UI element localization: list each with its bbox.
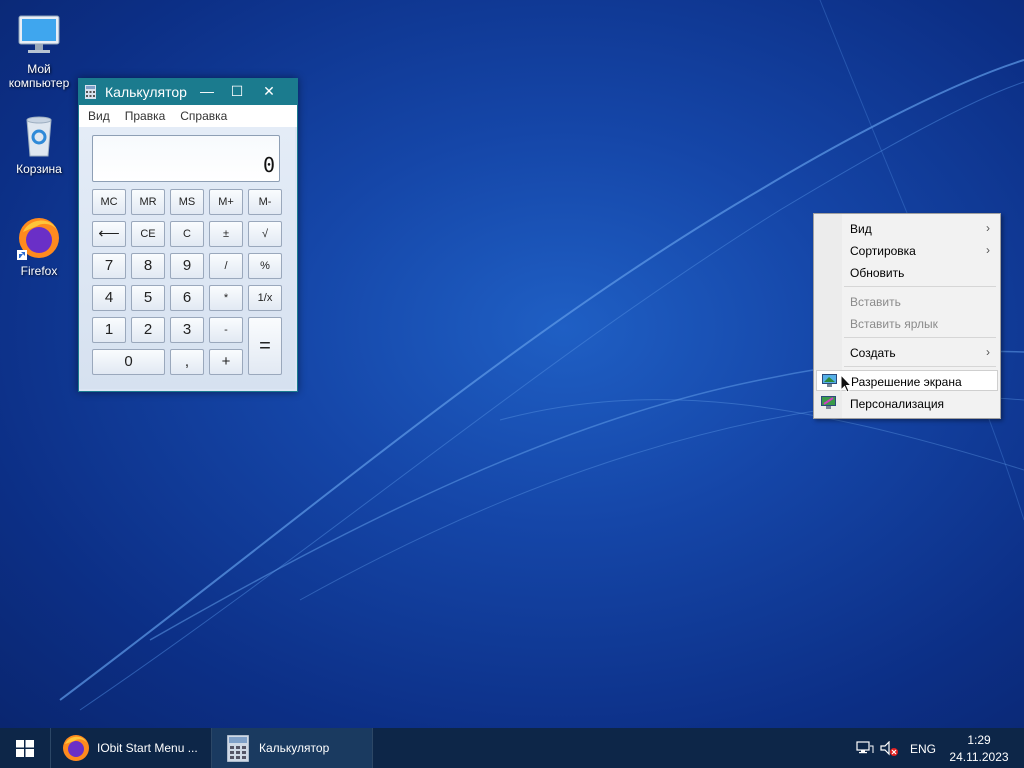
ms-button[interactable]: MS xyxy=(170,189,204,215)
digit-8-button[interactable]: 8 xyxy=(131,253,165,279)
c-button[interactable]: C xyxy=(170,221,204,247)
firefox-icon xyxy=(15,214,63,262)
menu-item-view[interactable]: Вид › xyxy=(816,218,998,239)
backspace-button[interactable]: ⟵ xyxy=(92,221,126,247)
digit-1-button[interactable]: 1 xyxy=(92,317,126,343)
taskbar: IObit Start Menu ... Калькулятор ENG 1:2… xyxy=(0,728,1024,768)
taskbar-item-label: Калькулятор xyxy=(259,741,330,755)
submenu-arrow-icon: › xyxy=(986,221,990,235)
menu-separator xyxy=(844,286,996,287)
calculator-display: 0 xyxy=(92,135,280,182)
language-indicator[interactable]: ENG xyxy=(906,728,940,768)
calculator-window[interactable]: Калькулятор — ☐ ✕ Вид Правка Справка 0 MC … xyxy=(78,78,298,392)
digit-3-button[interactable]: 3 xyxy=(170,317,204,343)
taskbar-item-label: IObit Start Menu ... xyxy=(97,741,198,755)
mouse-cursor-icon xyxy=(840,374,852,393)
desktop-icon-label: Корзина xyxy=(16,162,62,176)
menu-item-paste-shortcut: Вставить ярлык xyxy=(816,313,998,334)
windows-start-icon xyxy=(16,740,34,757)
volume-tray-button[interactable] xyxy=(880,728,900,768)
subtract-button[interactable]: - xyxy=(209,317,243,343)
decimal-button[interactable]: , xyxy=(170,349,204,375)
taskbar-item-calculator[interactable]: Калькулятор xyxy=(212,728,372,768)
clock-time: 1:29 xyxy=(967,733,991,747)
calculator-icon xyxy=(227,735,249,762)
equals-button[interactable]: = xyxy=(248,317,282,375)
menu-item-label: Создать xyxy=(850,346,896,360)
desktop-icon-my-computer[interactable]: Мой компьютер xyxy=(0,12,78,90)
network-icon xyxy=(856,741,874,754)
desktop-icon-firefox[interactable]: Firefox xyxy=(0,214,78,278)
network-tray-button[interactable] xyxy=(856,728,874,768)
digit-7-button[interactable]: 7 xyxy=(92,253,126,279)
digit-0-button[interactable]: 0 xyxy=(92,349,165,375)
submenu-arrow-icon: › xyxy=(986,243,990,257)
desktop-icon-label: Firefox xyxy=(20,264,58,278)
mc-button[interactable]: MC xyxy=(92,189,126,215)
menu-item-label: Обновить xyxy=(850,266,905,280)
display-resolution-icon xyxy=(822,374,837,387)
desktop-icon-label: компьютер xyxy=(8,76,70,90)
mr-button[interactable]: MR xyxy=(131,189,165,215)
calculator-body: 0 MC MR MS M+ M- ⟵ CE C ± √ 7 8 9 / % 4 … xyxy=(79,127,295,389)
digit-9-button[interactable]: 9 xyxy=(170,253,204,279)
divide-button[interactable]: / xyxy=(209,253,243,279)
desktop[interactable]: Мой компьютер Корзина Firefox Калькулято… xyxy=(0,0,1024,728)
percent-button[interactable]: % xyxy=(248,253,282,279)
language-label: ENG xyxy=(910,742,937,756)
digit-5-button[interactable]: 5 xyxy=(131,285,165,311)
clock[interactable]: 1:29 24.11.2023 xyxy=(942,728,1016,768)
m-plus-button[interactable]: M+ xyxy=(209,189,243,215)
close-button[interactable]: ✕ xyxy=(253,79,285,105)
ce-button[interactable]: CE xyxy=(131,221,165,247)
menu-item-label: Персонализация xyxy=(850,397,945,411)
menu-separator xyxy=(844,337,996,338)
computer-icon xyxy=(15,12,63,60)
window-title: Калькулятор xyxy=(105,84,187,100)
menu-edit[interactable]: Правка xyxy=(116,105,172,123)
plus-minus-button[interactable]: ± xyxy=(209,221,243,247)
volume-muted-icon xyxy=(880,741,898,756)
menu-item-paste: Вставить xyxy=(816,291,998,312)
menu-item-label: Вид xyxy=(850,222,872,236)
menu-item-personalization[interactable]: Персонализация xyxy=(816,393,998,414)
menu-item-label: Вставить ярлык xyxy=(850,317,938,331)
menu-item-new[interactable]: Создать › xyxy=(816,342,998,363)
menu-item-sort[interactable]: Сортировка › xyxy=(816,240,998,261)
m-minus-button[interactable]: M- xyxy=(248,189,282,215)
desktop-icon-recycle-bin[interactable]: Корзина xyxy=(0,112,78,176)
menu-item-label: Разрешение экрана xyxy=(851,375,962,389)
menu-item-label: Вставить xyxy=(850,295,901,309)
calculator-titlebar[interactable]: Калькулятор — ☐ ✕ xyxy=(79,79,297,105)
multiply-button[interactable]: * xyxy=(209,285,243,311)
clock-date: 24.11.2023 xyxy=(949,750,1009,764)
start-button[interactable] xyxy=(0,728,50,768)
maximize-button[interactable]: ☐ xyxy=(221,79,253,105)
desktop-icon-label: Мой xyxy=(27,62,51,76)
submenu-arrow-icon: › xyxy=(986,345,990,359)
menu-view[interactable]: Вид xyxy=(79,105,116,123)
reciprocal-button[interactable]: 1/x xyxy=(248,285,282,311)
digit-2-button[interactable]: 2 xyxy=(131,317,165,343)
menu-item-label: Сортировка xyxy=(850,244,916,258)
personalization-icon xyxy=(821,396,836,409)
calculator-menubar: Вид Правка Справка xyxy=(79,105,297,127)
calculator-icon xyxy=(85,85,96,99)
menu-item-refresh[interactable]: Обновить xyxy=(816,262,998,283)
sqrt-button[interactable]: √ xyxy=(248,221,282,247)
digit-6-button[interactable]: 6 xyxy=(170,285,204,311)
menu-separator xyxy=(844,366,996,367)
minimize-button[interactable]: — xyxy=(191,79,223,105)
digit-4-button[interactable]: 4 xyxy=(92,285,126,311)
menu-help[interactable]: Справка xyxy=(171,105,233,123)
recycle-bin-icon xyxy=(15,112,63,160)
taskbar-separator xyxy=(372,728,373,768)
add-button[interactable]: + xyxy=(209,349,243,375)
taskbar-item-iobit[interactable]: IObit Start Menu ... xyxy=(51,728,211,768)
firefox-icon xyxy=(63,735,89,761)
